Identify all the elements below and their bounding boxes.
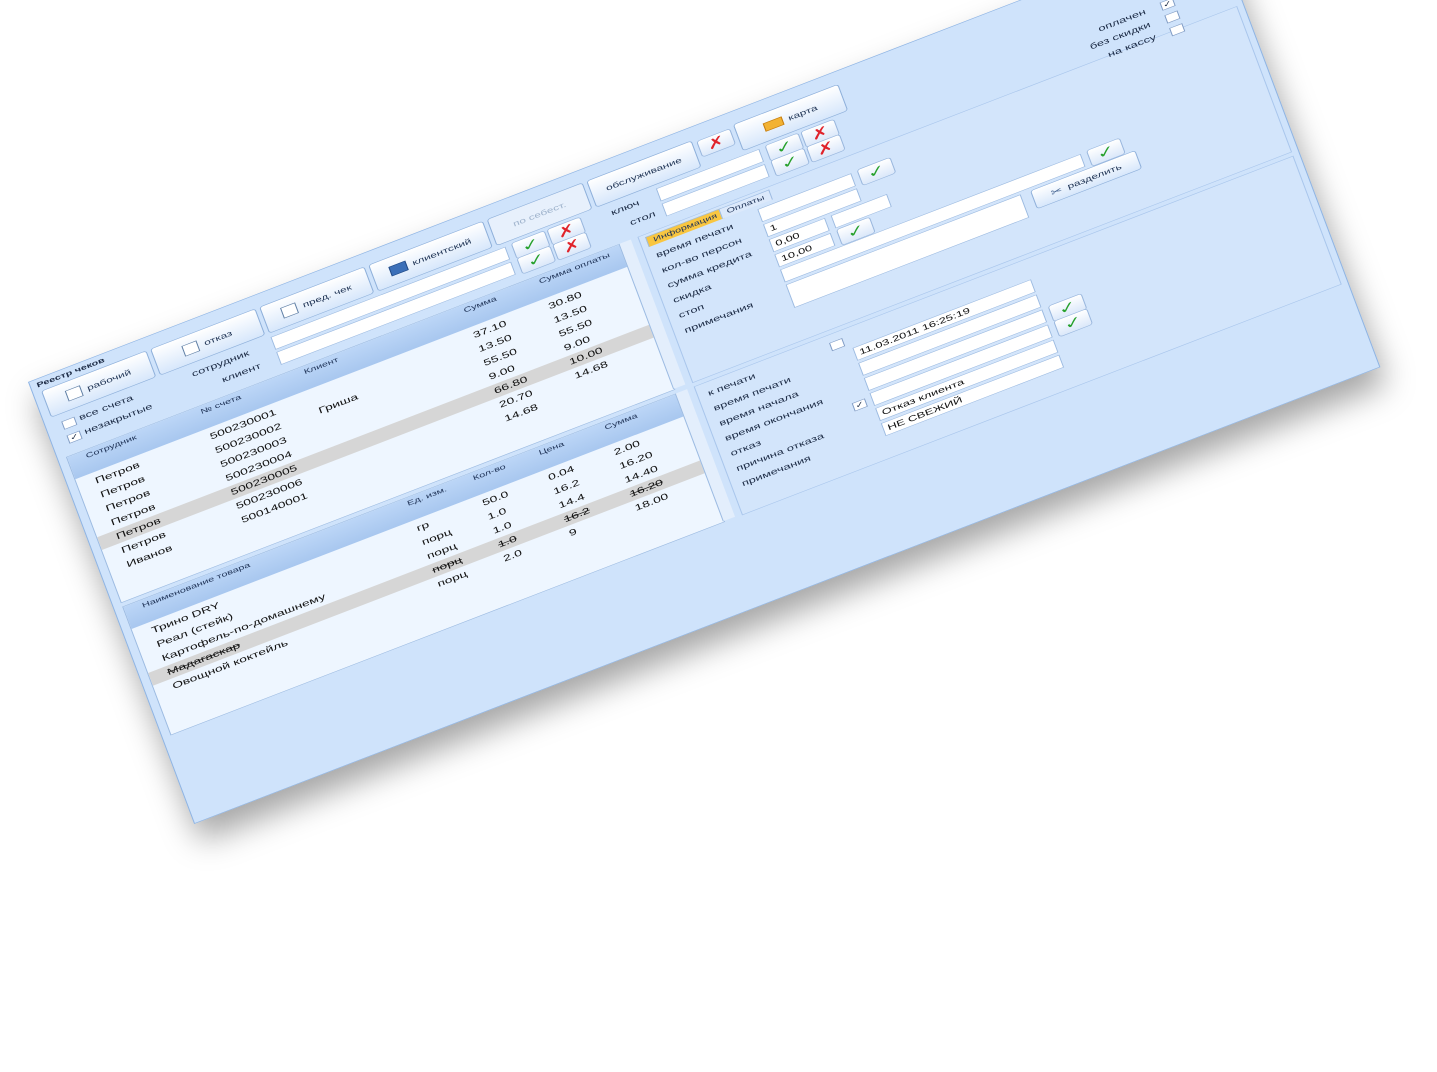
stop-label: стоп [677,301,706,320]
nezakrytye-checkbox[interactable]: ✓ [66,430,83,444]
col-sotrudnik[interactable]: Сотрудник [85,434,138,460]
col-klient[interactable]: Клиент [303,356,340,376]
card-icon [762,116,785,132]
floppy-icon [388,260,409,277]
cell-unit: гр [414,519,431,534]
bez-skidki-checkbox[interactable] [1164,10,1181,24]
col-nomer-scheta[interactable]: № счета [200,393,243,415]
vse-scheta-checkbox[interactable] [61,416,78,430]
document-icon [280,302,300,319]
karta-label: карта [786,103,819,123]
document-icon [64,385,84,402]
otkaz-label: отказ [202,328,234,348]
scissors-icon: ✂ [1049,184,1064,198]
cell-price: 9 [567,525,579,539]
checkmark-icon: ✓ [864,160,888,182]
obsluzhivanie-cancel-button[interactable]: ✗ [696,128,737,158]
cross-icon: ✗ [704,132,728,154]
na-kassu-checkbox[interactable] [1169,23,1186,37]
otkaz-checkbox[interactable]: ✓ [851,398,868,412]
pred-chek-label: пред. чек [301,282,353,310]
vremya-pechati-ok-button[interactable]: ✓ [856,156,897,187]
stol-label: стол [628,208,657,228]
stage: Реестр чеков ✕ рабочий отказ пред. чек к… [0,0,1437,1072]
document-icon [181,340,201,357]
rabochiy-label: рабочий [85,367,133,393]
k-pechati-checkbox[interactable] [829,338,846,352]
col-summa[interactable]: Сумма [463,295,498,314]
oplachen-checkbox[interactable]: ✓ [1159,0,1176,11]
app-window: Реестр чеков ✕ рабочий отказ пред. чек к… [28,0,1381,824]
col-cena[interactable]: Цена [538,440,565,457]
